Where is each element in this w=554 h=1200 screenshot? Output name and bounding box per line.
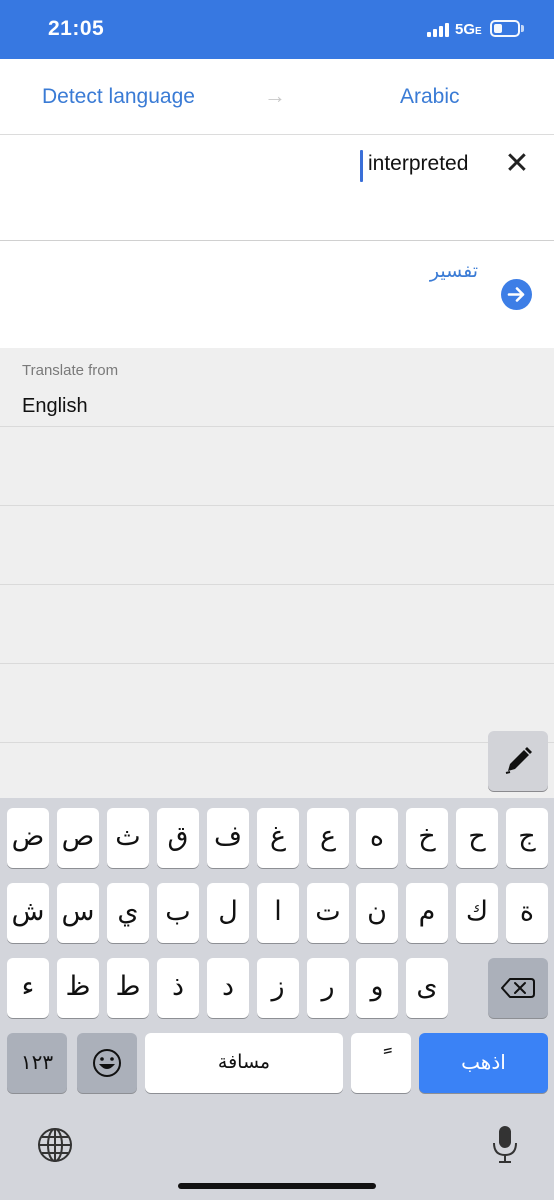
suggestion-language-item[interactable]: English [22, 395, 88, 418]
key[interactable]: ء [7, 958, 49, 1018]
key[interactable]: ذ [157, 958, 199, 1018]
key[interactable]: ر [307, 958, 349, 1018]
key[interactable]: ا [257, 883, 299, 943]
go-key[interactable]: اذهب [419, 1033, 548, 1093]
home-indicator[interactable] [178, 1183, 376, 1189]
divider [0, 584, 554, 585]
key[interactable]: ح [456, 808, 498, 868]
key[interactable]: ت [307, 883, 349, 943]
numbers-key[interactable]: ١٢٣ [7, 1033, 67, 1093]
key[interactable]: ب [157, 883, 199, 943]
signal-icon [427, 23, 451, 37]
globe-icon[interactable] [36, 1126, 74, 1164]
key[interactable]: ث [107, 808, 149, 868]
key[interactable]: ف [207, 808, 249, 868]
keyboard: ض ص ث ق ف غ ع ه خ ح ج ش س ي ب ل ا ت ن م … [0, 798, 554, 1200]
source-text-input[interactable]: interpreted [368, 152, 468, 176]
key[interactable]: ك [456, 883, 498, 943]
status-time: 21:05 [48, 17, 105, 40]
key[interactable]: ش [7, 883, 49, 943]
key[interactable]: ط [107, 958, 149, 1018]
divider [0, 742, 554, 743]
key[interactable]: و [356, 958, 398, 1018]
network-indicator: 5GE [455, 21, 482, 38]
key[interactable]: ظ [57, 958, 99, 1018]
key[interactable]: ز [257, 958, 299, 1018]
key[interactable]: م [406, 883, 448, 943]
key[interactable]: ة [506, 883, 548, 943]
suggestion-caption: Translate from [22, 362, 119, 379]
translation-text: تفسير [429, 261, 478, 282]
key[interactable]: ن [356, 883, 398, 943]
key[interactable]: خ [406, 808, 448, 868]
status-bar: 21:05 5GE [0, 0, 554, 59]
microphone-icon[interactable] [488, 1124, 522, 1166]
emoji-icon[interactable] [77, 1033, 137, 1093]
target-language-button[interactable]: Arabic [400, 85, 460, 109]
arrow-right-icon[interactable] [501, 279, 532, 310]
network-suffix: E [475, 26, 482, 37]
divider [0, 426, 554, 427]
key[interactable]: ج [506, 808, 548, 868]
key[interactable]: ه [356, 808, 398, 868]
tanween-key[interactable]: ً [351, 1033, 411, 1093]
divider [0, 505, 554, 506]
battery-icon [490, 20, 520, 37]
key[interactable]: س [57, 883, 99, 943]
key[interactable]: ل [207, 883, 249, 943]
key[interactable]: د [207, 958, 249, 1018]
key[interactable]: ص [57, 808, 99, 868]
divider [0, 663, 554, 664]
swap-languages-arrow-icon[interactable]: → [264, 83, 286, 109]
text-caret [360, 150, 363, 182]
key[interactable]: ع [307, 808, 349, 868]
source-language-button[interactable]: Detect language [42, 85, 195, 109]
language-bar: Detect language → Arabic [0, 59, 554, 135]
space-key[interactable]: مسافة [145, 1033, 343, 1093]
key[interactable]: ى [406, 958, 448, 1018]
key[interactable]: غ [257, 808, 299, 868]
key[interactable]: ق [157, 808, 199, 868]
input-area[interactable]: interpreted ✕ [0, 135, 554, 241]
key[interactable]: ض [7, 808, 49, 868]
pen-icon[interactable] [488, 731, 548, 791]
network-label: 5G [455, 21, 476, 38]
key[interactable]: ي [107, 883, 149, 943]
suggestions-panel: Translate from English [0, 348, 554, 798]
translation-result-area: تفسير [0, 242, 554, 348]
battery-tip [521, 25, 524, 32]
clear-input-button[interactable]: ✕ [502, 149, 532, 179]
backspace-icon[interactable] [488, 958, 548, 1018]
